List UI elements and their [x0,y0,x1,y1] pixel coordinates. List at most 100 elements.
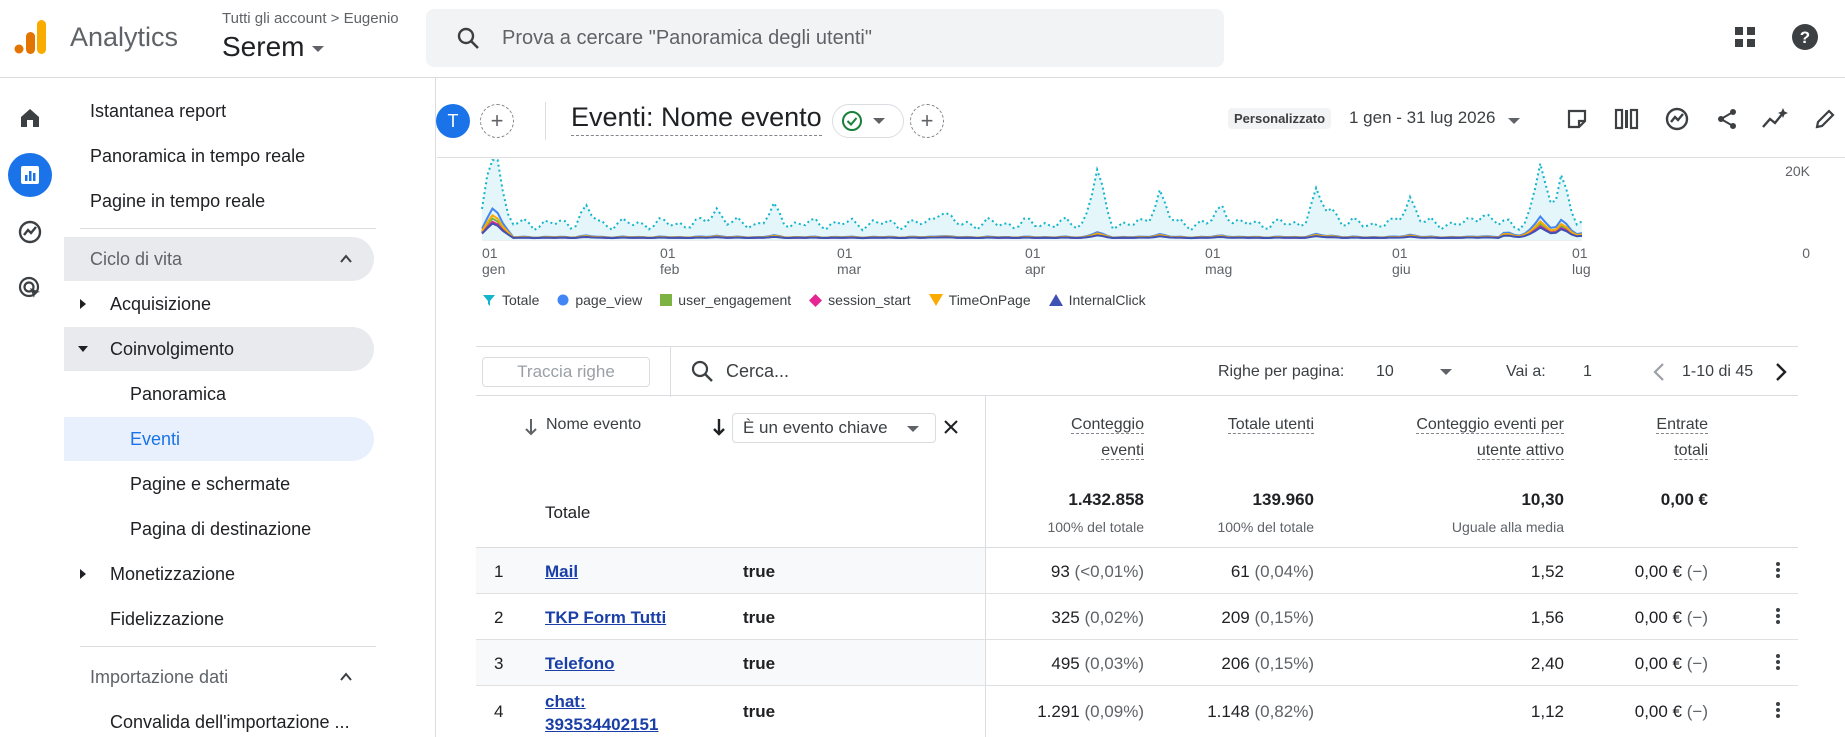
sidebar-section-importazione-dati[interactable]: Importazione dati [64,655,374,699]
account-selector[interactable]: Tutti gli account > Eugenio Serem [222,10,399,63]
event-name-link[interactable]: Mail [545,562,578,582]
sidebar-item-panoramica-tempo-reale[interactable]: Panoramica in tempo reale [64,134,374,178]
sidebar-divider [80,228,376,229]
sidebar-item-acquisizione[interactable]: Acquisizione [64,282,374,326]
x-tick-month: mar [837,261,861,277]
sparkle-trend-icon[interactable] [1760,104,1790,134]
key-event-value: true [743,562,776,581]
sidebar-item-istantanea-report[interactable]: Istantanea report [64,89,374,133]
comparison-avatar[interactable]: T [436,104,470,138]
legend-item-timeonpage[interactable]: TimeOnPage [928,292,1031,308]
col-header-conteggio-eventi[interactable]: Conteggio eventi [1000,412,1144,464]
event-name-link[interactable]: TKP Form Tutti [545,608,666,628]
event-count: 1.291 (0,09%) [1037,702,1144,721]
total-users: 61 (0,04%) [1230,562,1314,581]
search-placeholder: Prova a cercare "Panoramica degli utenti… [502,26,872,49]
analytics-logo-icon [14,20,46,54]
help-icon[interactable]: ? [1790,22,1820,52]
legend-label: user_engagement [678,292,792,308]
legend-item-totale[interactable]: Totale [482,292,539,308]
sidebar-item-monetizzazione[interactable]: Monetizzazione [64,552,374,596]
date-range-picker[interactable]: 1 gen - 31 lug 2026 [1349,108,1520,128]
key-event-filter-dropdown[interactable]: È un evento chiave [732,413,936,443]
date-preset-chip: Personalizzato [1228,108,1332,129]
notes-icon[interactable] [1562,104,1592,134]
row-index: 1 [494,562,504,581]
search-bar[interactable]: Prova a cercare "Panoramica degli utenti… [426,9,1224,67]
next-page-icon[interactable] [1774,361,1788,383]
x-tick-day: 01 [1025,245,1041,261]
x-tick-month: gen [482,261,505,277]
toolbar-separator [670,347,671,397]
add-filter-button[interactable]: + [910,104,944,138]
advertising-icon[interactable] [8,266,52,310]
x-tick-day: 01 [1392,245,1408,261]
x-tick-month: mag [1205,261,1232,277]
table-row[interactable]: 2 TKP Form Tutti true 325 (0,02%) 209 (0… [476,594,1798,640]
more-vert-icon[interactable] [1776,608,1780,626]
sidebar-divider [80,646,376,647]
table-row[interactable]: 3 Telefono true 495 (0,03%) 206 (0,15%) … [476,640,1798,686]
property-name[interactable]: Serem [222,31,399,63]
sidebar-item-fidelizzazione[interactable]: Fidelizzazione [64,597,374,641]
legend-label: session_start [828,292,911,308]
events-per-user: 2,40 [1530,654,1564,673]
close-icon[interactable] [943,419,959,435]
edit-pencil-icon[interactable] [1810,104,1840,134]
event-name-link[interactable]: chat: 393534402151 [545,690,658,736]
legend-label: InternalClick [1068,292,1146,308]
col-header-nome-evento[interactable]: Nome evento [546,412,641,438]
reports-icon[interactable] [8,153,52,197]
explore-icon[interactable] [8,210,52,254]
col-header-entrate-totali[interactable]: Entrate totali [1590,412,1708,464]
report-status-dropdown[interactable] [832,104,904,138]
more-vert-icon[interactable] [1776,654,1780,672]
sidebar-item-convalida-importazione[interactable]: Convalida dell'importazione ... [64,700,374,737]
legend-item-user-engagement[interactable]: user_engagement [660,292,791,308]
more-vert-icon[interactable] [1776,702,1780,720]
x-tick-month: giu [1392,261,1411,277]
compare-icon[interactable] [1612,104,1642,134]
events-per-user: 1,12 [1530,702,1564,721]
total-revenue: 0,00 € (−) [1634,702,1708,721]
sort-desc-arrow-icon[interactable] [712,417,726,437]
apps-grid-icon[interactable] [1730,22,1760,52]
svg-text:?: ? [1800,28,1810,47]
share-icon[interactable] [1712,104,1742,134]
sidebar-item-pagine-schermate[interactable]: Pagine e schermate [64,462,374,506]
legend-label: TimeOnPage [948,292,1031,308]
collapse-arrow-icon [78,346,88,352]
sort-arrow-icon[interactable] [524,417,538,437]
total-users: 206 (0,15%) [1221,654,1314,673]
prev-page-icon[interactable] [1652,361,1666,383]
sidebar-item-pagine-tempo-reale[interactable]: Pagine in tempo reale [64,179,374,223]
add-comparison-button[interactable]: + [480,104,514,138]
report-title[interactable]: Eventi: Nome evento [571,102,822,136]
event-name-link[interactable]: Telefono [545,654,615,674]
table-row[interactable]: 1 Mail true 93 (<0,01%) 61 (0,04%) 1,52 … [476,548,1798,594]
sidebar-item-pagina-destinazione[interactable]: Pagina di destinazione [64,507,374,551]
sidebar-item-coinvolgimento[interactable]: Coinvolgimento [64,327,374,371]
legend-item-session-start[interactable]: session_start [809,292,911,308]
x-tick-day: 01 [660,245,676,261]
legend-marker-icon [482,293,496,307]
x-tick-day: 01 [1572,245,1588,261]
col-header-conteggio-per-utente[interactable]: Conteggio eventi per utente attivo [1340,412,1564,464]
legend-item-page-view[interactable]: page_view [557,292,642,308]
col-header-totale-utenti[interactable]: Totale utenti [1170,412,1314,438]
total-revenue: 0,00 € (−) [1634,654,1708,673]
sidebar-section-ciclo-di-vita[interactable]: Ciclo di vita [64,237,374,281]
table-row[interactable]: 4 chat: 393534402151 true 1.291 (0,09%) 1… [476,686,1798,737]
caret-down-icon [907,426,919,432]
track-rows-button[interactable]: Traccia righe [482,357,650,387]
legend-item-internalclick[interactable]: InternalClick [1048,292,1146,308]
sidebar-item-eventi[interactable]: Eventi [64,417,374,461]
table-search-input[interactable]: Cerca... [726,361,789,382]
insights-icon[interactable] [1662,104,1692,134]
goto-page-input[interactable]: 1 [1583,363,1592,381]
totals-revenue: 0,00 € [1660,490,1708,509]
sidebar-item-panoramica[interactable]: Panoramica [64,372,374,416]
rows-per-page-select[interactable]: 10 [1376,363,1456,381]
home-icon[interactable] [8,96,52,140]
more-vert-icon[interactable] [1776,562,1780,580]
